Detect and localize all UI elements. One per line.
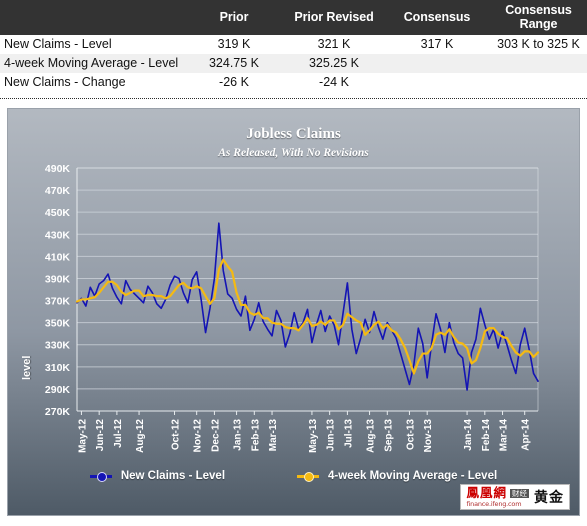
chart-plot: 270K 290K 310K 330K 350K 370K 390K 410K 430K 450K… xyxy=(45,163,540,453)
series-line xyxy=(76,222,539,391)
y-axis-tick-label: 370K xyxy=(45,296,71,308)
row-label-new-claims-level: New Claims - Level xyxy=(0,35,190,54)
x-axis-tick-label: Nov-12 xyxy=(193,419,204,453)
cell-prior: -26 K xyxy=(190,73,278,92)
x-axis-tick-label: May-12 xyxy=(77,419,88,453)
watermark-url: finance.ifeng.com xyxy=(466,499,522,508)
row-label-4week-moving-average-level: 4-week Moving Average - Level xyxy=(0,54,190,73)
y-axis-tick-label: 290K xyxy=(45,384,71,396)
cell-consensus: 317 K xyxy=(390,35,484,54)
cell-prior-revised: 325.25 K xyxy=(278,54,390,73)
y-axis-tick-label: 450K xyxy=(45,207,71,219)
watermark: 鳳凰網 财经 finance.ifeng.com 黄金 xyxy=(460,484,570,510)
x-axis-tick-label: Mar-14 xyxy=(499,419,510,452)
column-header-consensus: Consensus xyxy=(390,0,484,35)
x-axis-tick-label: Feb-14 xyxy=(481,419,492,452)
x-axis-tick-label: May-13 xyxy=(308,419,319,453)
y-axis-tick-label: 410K xyxy=(45,251,71,263)
watermark-section-text: 黄金 xyxy=(534,490,564,506)
watermark-brand-text: 鳳凰網 xyxy=(466,485,507,500)
column-header-blank xyxy=(0,0,190,35)
cell-consensus xyxy=(390,54,484,73)
cell-consensus-range xyxy=(484,54,587,73)
column-header-consensus-range: Consensus Range xyxy=(484,0,587,35)
x-axis-tick-label: Sep-13 xyxy=(383,419,394,452)
x-axis-tick-label: Jan-13 xyxy=(233,419,244,451)
watermark-brand-row: 鳳凰網 财经 xyxy=(466,485,529,500)
x-axis-tick-label: Apr-14 xyxy=(521,419,532,451)
table-row: New Claims - Level 319 K 321 K 317 K 303… xyxy=(0,35,587,54)
y-axis-tick-label: 490K xyxy=(45,163,71,175)
legend-marker-icon-new-claims xyxy=(89,471,112,482)
x-axis-tick-label: Jun-13 xyxy=(326,419,337,452)
legend-label-moving-average: 4-week Moving Average - Level xyxy=(328,470,498,482)
legend-item-new-claims: New Claims - Level xyxy=(89,470,226,482)
cell-consensus-range xyxy=(484,73,587,92)
table-body: New Claims - Level 319 K 321 K 317 K 303… xyxy=(0,35,587,92)
legend-label-new-claims: New Claims - Level xyxy=(120,470,226,482)
y-axis-tick-label: 430K xyxy=(45,229,71,241)
column-header-prior: Prior xyxy=(190,0,278,35)
cell-prior-revised: -24 K xyxy=(278,73,390,92)
cell-prior: 319 K xyxy=(190,35,278,54)
cell-prior: 324.75 K xyxy=(190,54,278,73)
row-label-new-claims-change: New Claims - Change xyxy=(0,73,190,92)
x-axis-tick-label: Jul-12 xyxy=(113,419,124,448)
y-axis-tick-label: 350K xyxy=(45,318,71,330)
x-axis-tick-label: Jul-13 xyxy=(343,419,354,448)
series-line xyxy=(75,258,540,375)
x-axis-tick-label: Aug-13 xyxy=(366,419,377,453)
legend-item-moving-average: 4-week Moving Average - Level xyxy=(297,470,497,482)
cell-consensus xyxy=(390,73,484,92)
x-axis-tick-label: Mar-13 xyxy=(268,419,279,452)
release-data-table: Prior Prior Revised Consensus Consensus … xyxy=(0,0,587,92)
table-row: 4-week Moving Average - Level 324.75 K 3… xyxy=(0,54,587,73)
chart-legend: New Claims - Level 4-week Moving Average… xyxy=(7,470,580,482)
x-axis-tick-label: Aug-12 xyxy=(135,419,146,453)
table-header-row: Prior Prior Revised Consensus Consensus … xyxy=(0,0,587,35)
x-axis-tick-label: Feb-13 xyxy=(250,419,261,452)
x-axis-tick-label: Dec-12 xyxy=(210,419,221,452)
x-axis-tick-label: Oct-13 xyxy=(405,419,416,451)
cell-prior-revised: 321 K xyxy=(278,35,390,54)
x-axis-tick-label: Nov-13 xyxy=(423,419,434,453)
y-axis-tick-label: 390K xyxy=(45,273,71,285)
x-axis-tick-label: Jun-12 xyxy=(95,419,106,452)
watermark-badge: 财经 xyxy=(510,488,529,498)
x-axis-tick-label: Jan-14 xyxy=(463,419,474,451)
y-axis-tick-label: 330K xyxy=(45,340,71,352)
jobless-claims-chart-panel: Jobless Claims As Released, With No Revi… xyxy=(7,108,580,516)
column-header-prior-revised: Prior Revised xyxy=(278,0,390,35)
section-divider xyxy=(0,98,587,100)
x-axis-tick-label: Oct-12 xyxy=(171,419,182,451)
table-row: New Claims - Change -26 K -24 K -24 K xyxy=(0,73,587,92)
table-header: Prior Prior Revised Consensus Consensus … xyxy=(0,0,587,35)
cell-consensus-range: 303 K to 325 K xyxy=(484,35,587,54)
watermark-brand-block: 鳳凰網 财经 finance.ifeng.com xyxy=(466,485,529,508)
y-axis-tick-label: 310K xyxy=(45,362,71,374)
y-axis-tick-label: 270K xyxy=(45,406,71,418)
y-axis-tick-label: 470K xyxy=(45,185,71,197)
legend-marker-icon-moving-average xyxy=(297,471,320,482)
